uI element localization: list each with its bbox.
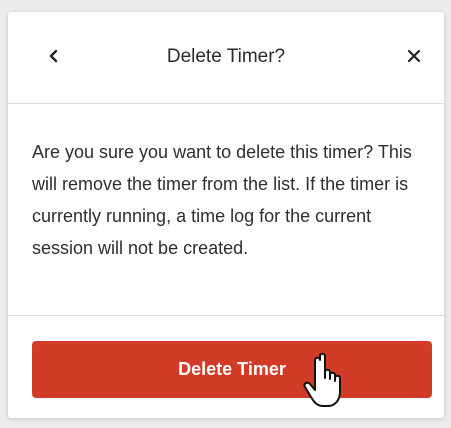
divider [8, 315, 444, 316]
close-button[interactable] [398, 42, 430, 74]
confirmation-message: Are you sure you want to delete this tim… [32, 142, 412, 258]
delete-timer-button[interactable]: Delete Timer [32, 341, 432, 398]
delete-timer-dialog: Delete Timer? Are you sure you want to d… [8, 12, 444, 418]
dialog-header: Delete Timer? [8, 12, 444, 104]
close-icon [406, 48, 422, 69]
dialog-title: Delete Timer? [166, 46, 286, 67]
